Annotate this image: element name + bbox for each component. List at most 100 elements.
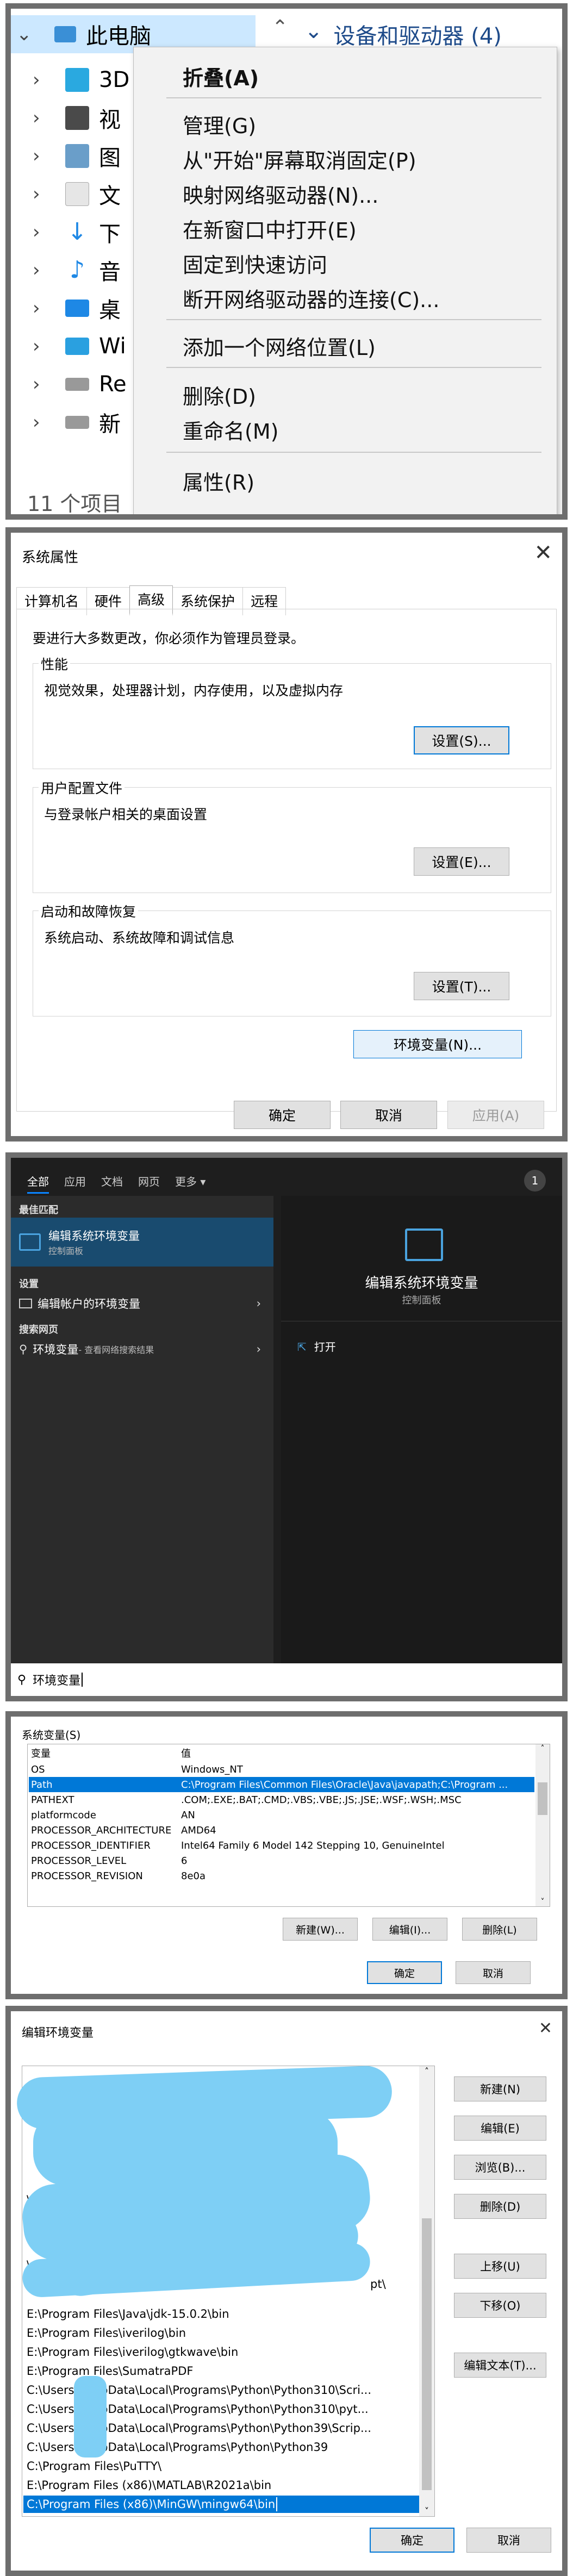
scroll-down-icon[interactable]: ˅	[419, 2506, 434, 2516]
vertical-scrollbar[interactable]: ˄ ˅	[419, 2066, 434, 2516]
list-item[interactable]: E:\Program Files\iverilog\bin	[27, 2324, 186, 2342]
scroll-thumb[interactable]	[538, 1782, 547, 1815]
menu-collapse[interactable]: 折叠(A)	[183, 61, 259, 91]
performance-settings-button[interactable]: 设置(S)...	[414, 726, 509, 754]
menu-rename[interactable]: 重命名(M)	[183, 415, 278, 445]
edit-entry-button[interactable]: 编辑(E)	[454, 2116, 546, 2141]
filter-apps[interactable]: 应用	[64, 1173, 86, 1194]
cancel-button[interactable]: 取消	[456, 1961, 531, 1984]
scroll-up-icon[interactable]: ˄	[535, 1744, 550, 1753]
ok-button[interactable]: 确定	[370, 2528, 454, 2553]
open-action[interactable]: ⇱ 打开	[297, 1338, 336, 1354]
scroll-up-icon[interactable]: ˄	[419, 2066, 434, 2076]
menu-manage[interactable]: 管理(G)	[183, 109, 256, 139]
best-match-item[interactable]: 编辑系统环境变量 控制面板	[11, 1218, 273, 1267]
chevron-right-icon: ›	[256, 1343, 261, 1356]
profile-settings-button[interactable]: 设置(E)...	[414, 847, 509, 876]
list-item[interactable]: E:\Program Files (x86)\MATLAB\R2021a\bin	[27, 2477, 271, 2494]
vertical-scrollbar[interactable]: ˄ ˅	[535, 1744, 550, 1906]
list-item[interactable]: E:\Program Files\Java\jdk-15.0.2\bin	[27, 2305, 229, 2323]
settings-result-item[interactable]: 编辑帐户的环境变量 ›	[19, 1293, 266, 1314]
filter-web[interactable]: 网页	[138, 1173, 160, 1194]
startup-settings-button[interactable]: 设置(T)...	[414, 972, 509, 1000]
web-result-item[interactable]: ⚲ 环境变量 - 查看网络搜索结果 ›	[19, 1338, 266, 1360]
tree-item-drive-re[interactable]: › Re	[11, 365, 127, 403]
cancel-button[interactable]: 取消	[340, 1101, 437, 1129]
column-header-value[interactable]: 值	[181, 1746, 529, 1760]
tree-item-desktop[interactable]: › 桌	[11, 289, 121, 327]
list-item[interactable]: C:\Program Files\PuTTY\	[27, 2458, 161, 2475]
delete-entry-button[interactable]: 删除(D)	[454, 2194, 546, 2219]
chevron-right-icon[interactable]: ›	[33, 259, 49, 281]
entry-text[interactable]: C:\Program Files (x86)\MinGW\mingw64\bin	[27, 2498, 275, 2511]
menu-map-network-drive[interactable]: 映射网络驱动器(N)...	[183, 179, 378, 209]
tree-item-downloads[interactable]: › ↓ 下	[11, 213, 121, 251]
delete-variable-button[interactable]: 删除(L)	[462, 1918, 537, 1941]
chevron-right-icon[interactable]: ›	[33, 69, 49, 91]
list-item-selected-editing[interactable]: C:\Program Files (x86)\MinGW\mingw64\bin	[23, 2496, 419, 2513]
chevron-right-icon[interactable]: ›	[33, 411, 49, 433]
cancel-button[interactable]: 取消	[466, 2528, 551, 2553]
search-box[interactable]: ⚲ 环境变量	[11, 1663, 562, 1696]
chevron-right-icon[interactable]: ›	[33, 335, 49, 357]
ok-button[interactable]: 确定	[367, 1961, 442, 1984]
table-row[interactable]: PROCESSOR_REVISION 8e0a	[29, 1868, 534, 1883]
tree-item-music[interactable]: › ♪ 音	[11, 251, 121, 289]
menu-separator	[166, 367, 541, 368]
table-row-selected[interactable]: Path C:\Program Files\Common Files\Oracle…	[29, 1777, 534, 1792]
search-query[interactable]: 环境变量	[33, 1671, 80, 1688]
scroll-down-icon[interactable]: ˅	[535, 1898, 550, 1906]
close-icon[interactable]: ✕	[534, 540, 552, 565]
edit-variable-button[interactable]: 编辑(I)...	[372, 1918, 447, 1941]
menu-properties[interactable]: 属性(R)	[183, 466, 254, 496]
move-up-button[interactable]: 上移(U)	[454, 2254, 546, 2279]
apply-button[interactable]: 应用(A)	[447, 1101, 544, 1129]
chevron-right-icon[interactable]: ›	[33, 107, 49, 129]
filter-all[interactable]: 全部	[27, 1173, 49, 1194]
list-item[interactable]: pt\	[370, 2275, 386, 2293]
menu-unpin-start[interactable]: 从"开始"屏幕取消固定(P)	[183, 144, 416, 174]
tree-item-drive-new[interactable]: › 新	[11, 403, 121, 441]
tree-item-3d[interactable]: › 3D	[11, 61, 129, 99]
table-row[interactable]: PROCESSOR_ARCHITECTURE AMD64	[29, 1823, 534, 1838]
scroll-up-icon[interactable]: ⌃	[272, 16, 288, 39]
devices-header[interactable]: ⌄ 设备和驱动器 (4)	[304, 18, 502, 50]
table-row[interactable]: OS Windows_NT	[29, 1762, 534, 1777]
environment-variables-button[interactable]: 环境变量(N)...	[353, 1030, 522, 1058]
chevron-down-icon[interactable]: ⌄	[16, 23, 33, 45]
chevron-right-icon[interactable]: ›	[33, 183, 49, 205]
table-row[interactable]: PROCESSOR_IDENTIFIER Intel64 Family 6 Mod…	[29, 1838, 534, 1853]
tree-item-videos[interactable]: › 视	[11, 99, 121, 137]
new-entry-button[interactable]: 新建(N)	[454, 2076, 546, 2101]
filter-more[interactable]: 更多 ▾	[175, 1173, 205, 1194]
menu-add-network-location[interactable]: 添加一个网络位置(L)	[183, 331, 376, 361]
menu-pin-quick-access[interactable]: 固定到快速访问	[183, 248, 327, 278]
reward-badge[interactable]: 1	[524, 1170, 546, 1192]
chevron-right-icon[interactable]: ›	[33, 297, 49, 319]
menu-disconnect-drive[interactable]: 断开网络驱动器的连接(C)...	[183, 283, 439, 313]
ok-button[interactable]: 确定	[234, 1101, 331, 1129]
menu-open-new-window[interactable]: 在新窗口中打开(E)	[183, 214, 357, 244]
chevron-right-icon[interactable]: ›	[33, 221, 49, 243]
menu-delete[interactable]: 删除(D)	[183, 380, 256, 410]
move-down-button[interactable]: 下移(O)	[454, 2293, 546, 2318]
tree-item-pictures[interactable]: › 图	[11, 137, 121, 175]
tree-item-documents[interactable]: › 文	[11, 175, 121, 213]
new-variable-button[interactable]: 新建(W)...	[283, 1918, 358, 1941]
chevron-right-icon[interactable]: ›	[33, 145, 49, 167]
table-row[interactable]: platformcode AN	[29, 1807, 534, 1823]
filter-documents[interactable]: 文档	[101, 1173, 123, 1194]
list-item[interactable]: E:\Program Files\iverilog\gtkwave\bin	[27, 2343, 238, 2361]
edit-text-button[interactable]: 编辑文本(T)...	[454, 2353, 546, 2378]
close-icon[interactable]: ✕	[539, 2019, 552, 2038]
table-row[interactable]: PATHEXT .COM;.EXE;.BAT;.CMD;.VBS;.VBE;.JS…	[29, 1792, 534, 1807]
chevron-right-icon[interactable]: ›	[33, 373, 49, 395]
list-item[interactable]: C:\Users\ \AppData\Local\Programs\Python…	[27, 2438, 328, 2456]
scroll-thumb[interactable]	[422, 2218, 432, 2490]
windows-drive-icon	[65, 338, 89, 355]
table-row[interactable]: PROCESSOR_LEVEL 6	[29, 1853, 534, 1868]
list-item[interactable]: E:\Program Files\SumatraPDF	[27, 2362, 193, 2380]
column-header-variable[interactable]: 变量	[29, 1746, 181, 1760]
browse-button[interactable]: 浏览(B)...	[454, 2155, 546, 2180]
tree-item-windows-drive[interactable]: › Wi	[11, 327, 126, 365]
